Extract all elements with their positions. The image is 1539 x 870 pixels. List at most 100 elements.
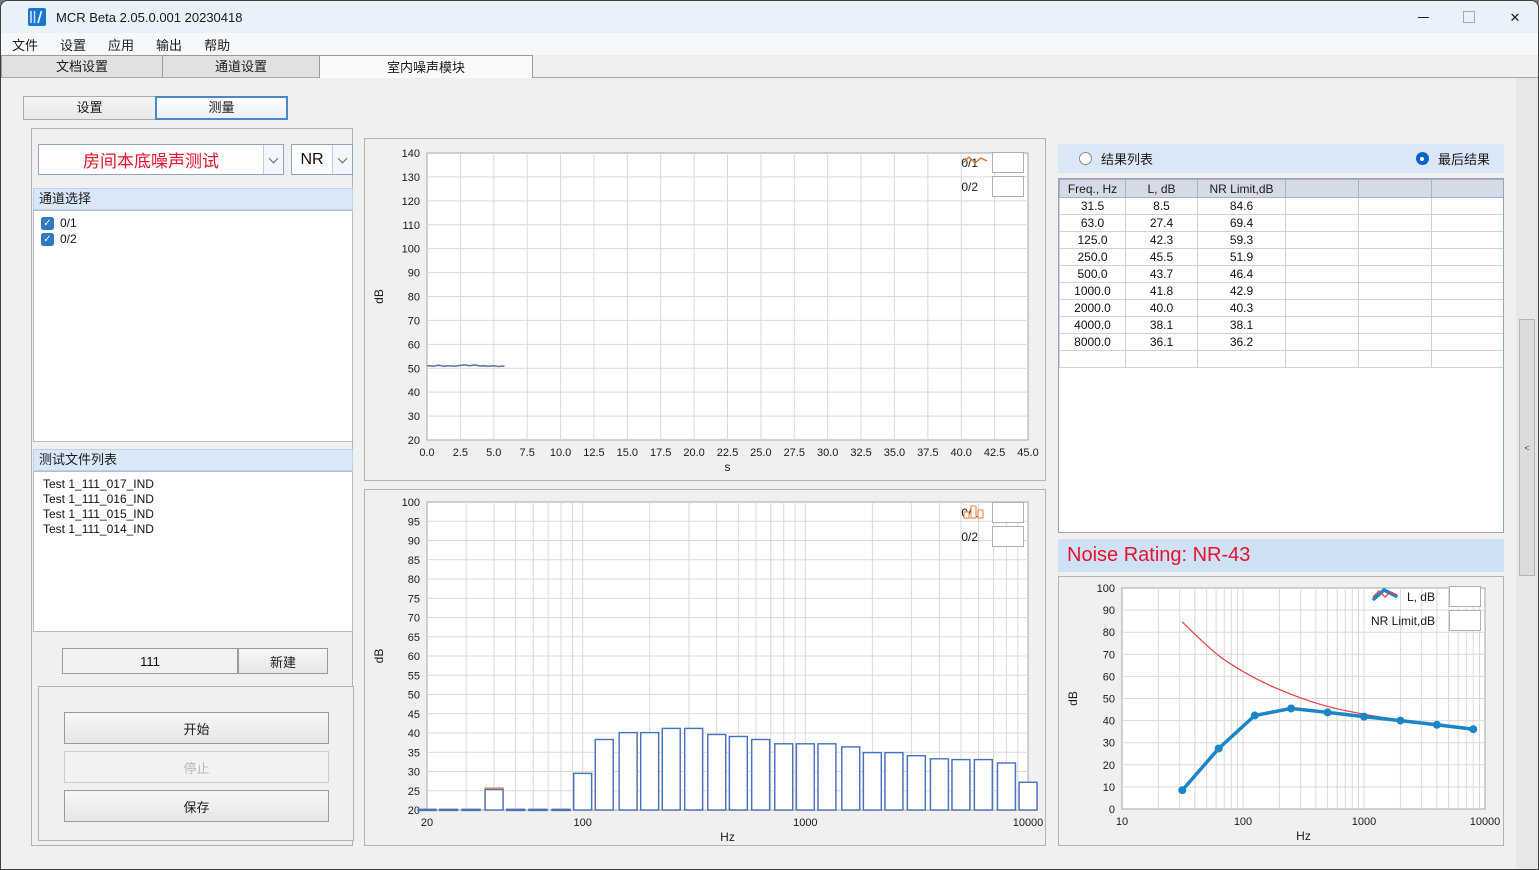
svg-text:32.5: 32.5 [850,447,871,459]
legend-label: L, dB [1407,590,1435,604]
rating-type-combo[interactable]: NR [291,144,353,175]
legend-row: 0/2 [961,526,1024,547]
table-cell: 31.5 [1060,198,1126,215]
svg-text:37.5: 37.5 [917,447,938,459]
table-cell: 125.0 [1060,232,1126,249]
table-row: 31.58.584.6 [1060,198,1504,215]
test-type-combo[interactable]: 房间本底噪声测试 [38,144,284,175]
checkbox-checked-icon[interactable]: ✓ [41,233,54,246]
legend-series-toggle[interactable] [992,176,1024,197]
svg-text:40: 40 [1103,716,1115,728]
rating-type-value: NR [292,145,332,174]
radio-last-result[interactable]: 最后结果 [1416,149,1490,168]
chevron-down-icon[interactable] [332,145,352,174]
table-cell: 69.4 [1198,215,1286,232]
spectrum-chart: 2025303540455055606570758085909510020100… [364,489,1046,846]
table-cell: 42.3 [1126,232,1198,249]
svg-text:20: 20 [1103,760,1115,772]
svg-text:30: 30 [408,411,420,423]
tab-settings[interactable]: 设置 [23,96,156,120]
legend-series-toggle[interactable] [992,502,1024,523]
svg-text:50: 50 [408,363,420,375]
table-cell: 500.0 [1060,266,1126,283]
table-cell: 43.7 [1126,266,1198,283]
table-cell [1198,351,1286,368]
table-cell: 40.3 [1198,300,1286,317]
svg-text:dB: dB [372,649,386,664]
menu-item-4[interactable]: 输出 [145,33,193,56]
table-cell: 2000.0 [1060,300,1126,317]
svg-text:25.0: 25.0 [750,447,771,459]
menu-item-5[interactable]: 帮助 [193,33,241,56]
table-cell: 84.6 [1198,198,1286,215]
svg-text:140: 140 [402,148,420,160]
svg-text:7.5: 7.5 [520,447,535,459]
radio-result-list[interactable]: 结果列表 [1079,149,1153,168]
table-row: 4000.038.138.1 [1060,317,1504,334]
legend-series-toggle[interactable] [1449,586,1481,607]
svg-text:120: 120 [402,196,420,208]
svg-text:60: 60 [1103,671,1115,683]
legend-series-toggle[interactable] [992,152,1024,173]
table-cell [1359,351,1432,368]
svg-text:55: 55 [408,670,420,682]
svg-text:70: 70 [408,613,420,625]
svg-text:17.5: 17.5 [650,447,671,459]
svg-text:30: 30 [1103,738,1115,750]
column-header [1432,180,1504,198]
svg-text:70: 70 [1103,649,1115,661]
list-item[interactable]: Test 1_111_015_IND [34,507,352,522]
svg-text:95: 95 [408,516,420,528]
main-tab-2[interactable]: 通道设置 [162,55,320,77]
menu-bar: 文件设置应用输出帮助 [1,33,1538,55]
main-tab-1[interactable]: 文档设置 [1,55,163,77]
table-cell [1286,351,1359,368]
checkbox-checked-icon[interactable]: ✓ [41,217,54,230]
close-button[interactable]: ✕ [1492,1,1538,33]
save-button[interactable]: 保存 [64,790,329,822]
svg-text:100: 100 [1097,583,1115,595]
table-cell [1359,334,1432,351]
test-type-value: 房间本底噪声测试 [39,145,263,174]
radio-result-list-label: 结果列表 [1101,149,1153,168]
minimize-button[interactable] [1400,1,1446,33]
list-item[interactable]: Test 1_111_014_IND [34,522,352,537]
legend-series-toggle[interactable] [1449,610,1481,631]
collapse-panel-handle[interactable]: < [1519,319,1535,576]
stop-button: 停止 [64,751,329,783]
table-cell [1286,249,1359,266]
channel-item-0-2[interactable]: ✓0/2 [34,231,352,247]
svg-text:85: 85 [408,555,420,567]
main-tab-3[interactable]: 室内噪声模块 [319,55,533,78]
svg-text:80: 80 [408,292,420,304]
list-item[interactable]: Test 1_111_017_IND [34,477,352,492]
svg-text:1000: 1000 [793,817,817,829]
start-button[interactable]: 开始 [64,712,329,744]
svg-text:130: 130 [402,172,420,184]
svg-text:5.0: 5.0 [486,447,501,459]
table-cell: 63.0 [1060,215,1126,232]
list-item[interactable]: Test 1_111_016_IND [34,492,352,507]
table-cell [1432,317,1504,334]
file-section-header: 测试文件列表 [33,449,353,471]
svg-text:10000: 10000 [1013,817,1044,829]
new-button[interactable]: 新建 [238,648,328,674]
svg-text:60: 60 [408,339,420,351]
tab-measure[interactable]: 测量 [155,96,288,120]
table-cell [1432,334,1504,351]
table-cell: 40.0 [1126,300,1198,317]
maximize-icon [1463,11,1475,23]
legend-series-toggle[interactable] [992,526,1024,547]
svg-text:10: 10 [1103,782,1115,794]
column-header: Freq., Hz [1060,180,1126,198]
table-cell [1060,351,1126,368]
maximize-button[interactable] [1446,1,1492,33]
channel-item-0-1[interactable]: ✓0/1 [34,215,352,231]
menu-item-2[interactable]: 设置 [49,33,97,56]
menu-item-1[interactable]: 文件 [1,33,49,56]
svg-text:22.5: 22.5 [717,447,738,459]
menu-item-3[interactable]: 应用 [97,33,145,56]
svg-text:10: 10 [1116,816,1128,828]
chevron-down-icon[interactable] [263,145,283,174]
file-name-input[interactable] [62,648,238,674]
